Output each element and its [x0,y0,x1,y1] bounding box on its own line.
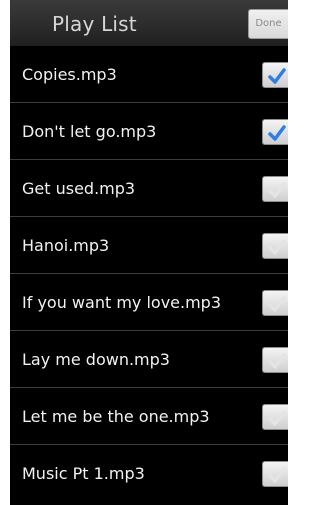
list-item-label: Lay me down.mp3 [22,350,170,369]
checkbox[interactable] [262,347,288,373]
checkmark-icon [268,239,286,255]
list-item[interactable]: Let me be the one.mp3 [10,388,288,445]
list-item-label: Hanoi.mp3 [22,236,110,255]
done-button[interactable]: Done [248,9,288,39]
list-item[interactable]: Lay me down.mp3 [10,331,288,388]
list-item[interactable]: Get used.mp3 [10,160,288,217]
checkbox[interactable] [262,461,288,487]
checkmark-icon [268,410,286,426]
page-title: Play List [52,12,137,36]
checkmark-icon [268,467,286,483]
checkbox[interactable] [262,119,288,145]
checkmark-icon [268,182,286,198]
list-item-label: Music Pt 1.mp3 [22,464,145,483]
header-bar: Play List Done [10,0,288,46]
playlist-list: Copies.mp3 Don't let go.mp3 Get used.mp3 [10,46,288,501]
checkmark-icon [268,296,286,312]
list-item[interactable]: Don't let go.mp3 [10,103,288,160]
checkbox[interactable] [262,62,288,88]
playlist-screen: Play List Done Copies.mp3 Don't let go.m… [10,0,288,505]
list-item[interactable]: Hanoi.mp3 [10,217,288,274]
list-item-label: Copies.mp3 [22,65,117,84]
list-item-label: If you want my love.mp3 [22,293,222,312]
checkbox[interactable] [262,176,288,202]
list-item[interactable]: If you want my love.mp3 [10,274,288,331]
list-item[interactable]: Copies.mp3 [10,46,288,103]
checkmark-icon [268,68,286,84]
checkbox[interactable] [262,404,288,430]
list-item-label: Don't let go.mp3 [22,122,157,141]
list-item[interactable]: Music Pt 1.mp3 [10,445,288,501]
checkbox[interactable] [262,233,288,259]
checkmark-icon [268,125,286,141]
list-item-label: Let me be the one.mp3 [22,407,210,426]
list-item-label: Get used.mp3 [22,179,136,198]
checkbox[interactable] [262,290,288,316]
checkmark-icon [268,353,286,369]
